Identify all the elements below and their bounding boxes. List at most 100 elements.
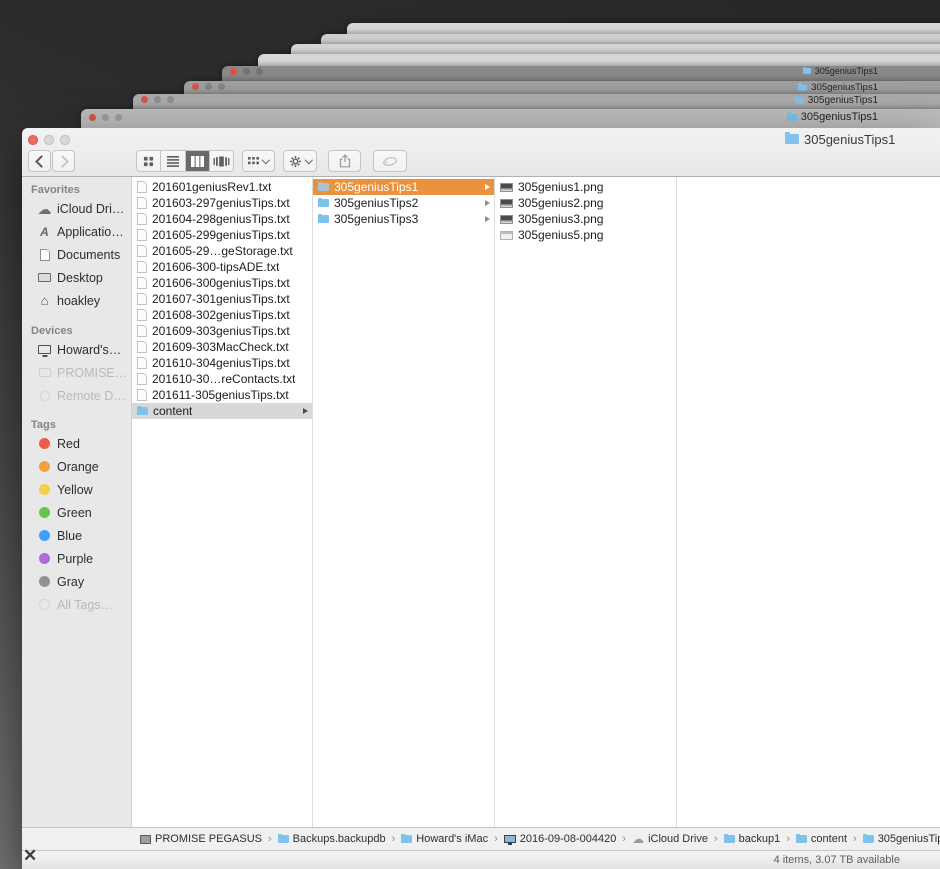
path-segment[interactable]: backup1 <box>723 833 780 845</box>
file-row[interactable]: 201606-300geniusTips.txt <box>132 275 312 291</box>
path-segment[interactable]: ☁ iCloud Drive <box>632 833 708 845</box>
sidebar-item-documents[interactable]: Documents <box>22 243 131 266</box>
file-name: 201606-300-tipsADE.txt <box>152 260 280 274</box>
zoom-button[interactable] <box>167 96 174 103</box>
file-row[interactable]: 201604-298geniusTips.txt <box>132 211 312 227</box>
text-file-icon <box>137 197 147 209</box>
window-content: Favorites ☁ iCloud Dri… A Applicatio… Do… <box>22 177 940 827</box>
file-row[interactable]: 201606-300-tipsADE.txt <box>132 259 312 275</box>
minimize-button[interactable] <box>205 83 212 90</box>
file-row[interactable]: 201611-305geniusTips.txt <box>132 387 312 403</box>
zoom-button[interactable] <box>115 114 122 121</box>
image-thumbnail-icon <box>500 214 513 224</box>
path-segment[interactable]: Backups.backupdb <box>277 833 386 845</box>
close-button[interactable] <box>28 135 38 145</box>
sidebar-tag-red[interactable]: Red <box>22 432 131 455</box>
desktop: 305geniusTips1 305geniusTips1 305geniusT… <box>0 0 940 869</box>
image-file-row[interactable]: 305genius5.png <box>495 227 676 243</box>
icon-view-button[interactable] <box>137 151 162 171</box>
tag-button[interactable] <box>373 150 407 172</box>
disclosure-arrow-icon <box>485 216 490 222</box>
image-file-row[interactable]: 305genius2.png <box>495 195 676 211</box>
text-file-icon <box>137 277 147 289</box>
sidebar-tag-yellow[interactable]: Yellow <box>22 478 131 501</box>
zoom-button[interactable] <box>60 135 70 145</box>
sidebar-tag-purple[interactable]: Purple <box>22 547 131 570</box>
text-file-icon <box>137 373 147 385</box>
file-row[interactable]: 201609-303geniusTips.txt <box>132 323 312 339</box>
folder-row[interactable]: 305geniusTips2 <box>313 195 494 211</box>
sidebar-item-promise[interactable]: PROMISE… <box>22 361 131 384</box>
action-button[interactable] <box>283 150 317 172</box>
back-button[interactable] <box>28 150 51 172</box>
sidebar-tag-gray[interactable]: Gray <box>22 570 131 593</box>
sidebar-item-desktop[interactable]: Desktop <box>22 266 131 289</box>
path-segment[interactable]: content <box>795 833 847 845</box>
close-button[interactable] <box>141 96 148 103</box>
path-segment[interactable]: Howard's iMac <box>401 833 488 845</box>
traffic-lights[interactable] <box>230 68 263 75</box>
image-file-row[interactable]: 305genius3.png <box>495 211 676 227</box>
file-row[interactable]: 201605-29…geStorage.txt <box>132 243 312 259</box>
file-row[interactable]: 201607-301geniusTips.txt <box>132 291 312 307</box>
column-view-button[interactable] <box>185 151 210 171</box>
sidebar-item-applications[interactable]: A Applicatio… <box>22 220 131 243</box>
column-browser: 201601geniusRev1.txt 201603-297geniusTip… <box>132 177 940 827</box>
status-text: 4 items, 3.07 TB available <box>773 854 900 866</box>
close-button[interactable] <box>192 83 199 90</box>
forward-button[interactable] <box>52 150 75 172</box>
file-row[interactable]: 201605-299geniusTips.txt <box>132 227 312 243</box>
path-separator: › <box>786 833 790 845</box>
file-row[interactable]: 201609-303MacCheck.txt <box>132 339 312 355</box>
file-row[interactable]: 201601geniusRev1.txt <box>132 179 312 195</box>
file-name: 201611-305geniusTips.txt <box>152 388 289 402</box>
path-segment[interactable]: 2016-09-08-004420 <box>503 833 616 845</box>
window-title-text: 305geniusTips1 <box>804 131 896 147</box>
sidebar-tag-all[interactable]: All Tags… <box>22 593 131 616</box>
folder-name: 305geniusTips1 <box>334 180 419 194</box>
sidebar-item-remote-disc[interactable]: Remote D… <box>22 384 131 407</box>
file-row[interactable]: 201610-304geniusTips.txt <box>132 355 312 371</box>
tag-label: All Tags… <box>57 597 114 612</box>
sidebar: Favorites ☁ iCloud Dri… A Applicatio… Do… <box>22 177 132 827</box>
minimize-button[interactable] <box>154 96 161 103</box>
zoom-button[interactable] <box>218 83 225 90</box>
arrange-button[interactable] <box>242 150 275 172</box>
traffic-lights[interactable] <box>141 96 174 103</box>
home-icon: ⌂ <box>40 293 49 308</box>
minimize-button[interactable] <box>243 68 250 75</box>
window-title: 305geniusTips1 <box>802 66 878 76</box>
traffic-lights[interactable] <box>89 114 122 121</box>
sidebar-item-label: Remote D… <box>57 388 126 403</box>
sidebar-item-icloud-drive[interactable]: ☁ iCloud Dri… <box>22 197 131 220</box>
sidebar-tag-green[interactable]: Green <box>22 501 131 524</box>
list-view-button[interactable] <box>161 151 186 171</box>
external-drive-icon <box>38 368 51 377</box>
path-segment[interactable]: 305geniusTips1 <box>862 833 940 845</box>
sidebar-tag-blue[interactable]: Blue <box>22 524 131 547</box>
zoom-button[interactable] <box>256 68 263 75</box>
path-segment[interactable]: PROMISE PEGASUS <box>140 833 262 845</box>
sidebar-item-howards-imac[interactable]: Howard's… <box>22 338 131 361</box>
folder-row[interactable]: 305geniusTips3 <box>313 211 494 227</box>
folder-row-selected[interactable]: 305geniusTips1 <box>313 179 494 195</box>
close-button[interactable] <box>230 68 237 75</box>
close-button[interactable] <box>89 114 96 121</box>
arrange-grid-icon <box>248 157 260 165</box>
titlebar[interactable]: 305geniusTips1 <box>22 128 940 177</box>
folder-icon <box>318 213 329 223</box>
path-bar: PROMISE PEGASUS › Backups.backupdb › How… <box>22 827 940 850</box>
minimize-button[interactable] <box>102 114 109 121</box>
traffic-lights[interactable] <box>192 83 225 90</box>
sidebar-item-home[interactable]: ⌂ hoakley <box>22 289 131 312</box>
coverflow-view-button[interactable] <box>210 151 233 171</box>
file-row[interactable]: 201608-302geniusTips.txt <box>132 307 312 323</box>
folder-row-content-selected[interactable]: content <box>132 403 312 419</box>
image-file-row[interactable]: 305genius1.png <box>495 179 676 195</box>
tag-label: Orange <box>57 459 99 474</box>
sidebar-tag-orange[interactable]: Orange <box>22 455 131 478</box>
minimize-button[interactable] <box>44 135 54 145</box>
file-row[interactable]: 201603-297geniusTips.txt <box>132 195 312 211</box>
file-row[interactable]: 201610-30…reContacts.txt <box>132 371 312 387</box>
share-button[interactable] <box>328 150 361 172</box>
